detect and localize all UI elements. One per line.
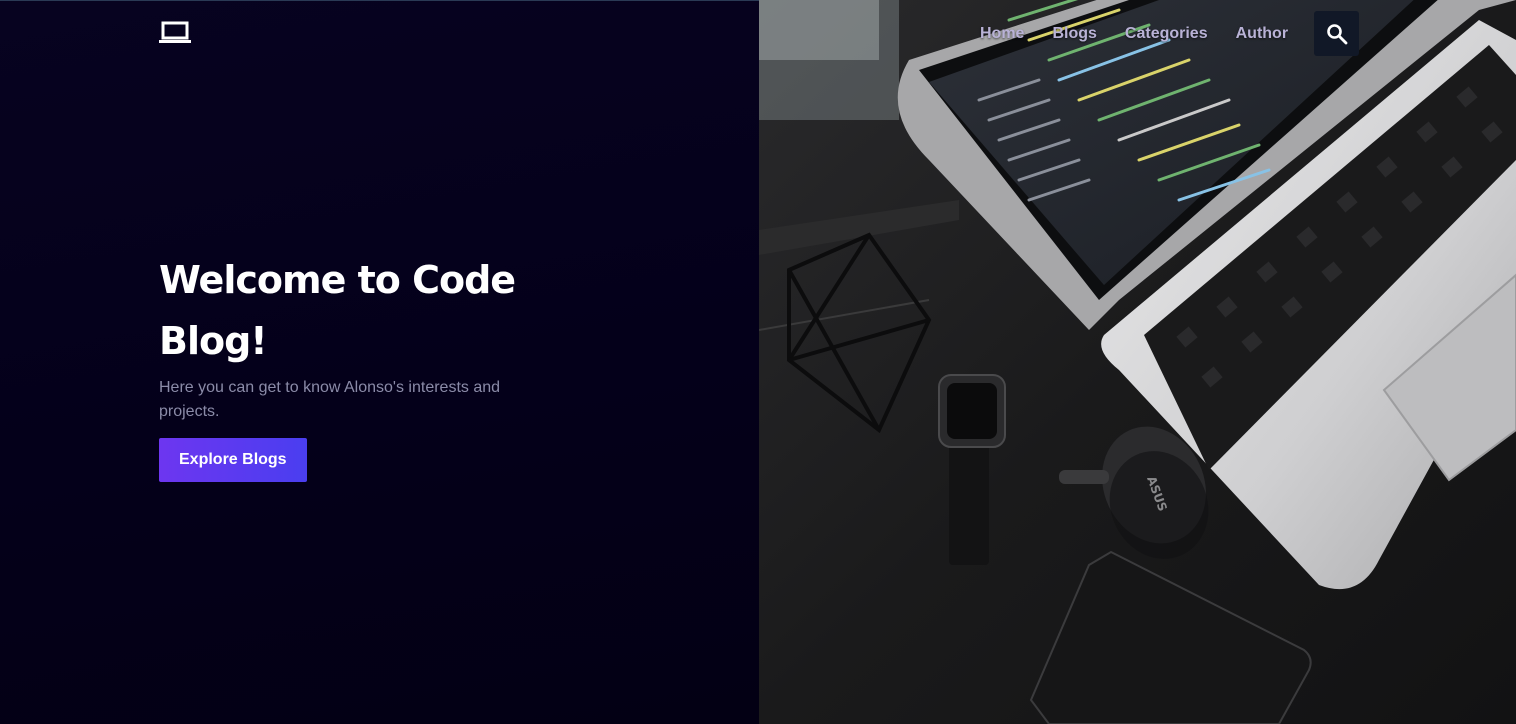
main-nav: Home Blogs Categories Author bbox=[966, 10, 1302, 58]
search-icon bbox=[1326, 23, 1347, 44]
nav-blogs-link[interactable]: Blogs bbox=[1052, 25, 1096, 43]
nav-author-link[interactable]: Author bbox=[1236, 25, 1288, 43]
nav-home-link[interactable]: Home bbox=[980, 25, 1024, 43]
nav-categories-link[interactable]: Categories bbox=[1125, 25, 1208, 43]
hero-title: Welcome to Code Blog! bbox=[159, 258, 516, 363]
hero-photo: ASUS bbox=[759, 0, 1516, 724]
landing-page: ASUS Home Blogs Categories Author Welcom… bbox=[0, 0, 1516, 724]
logo-laptop-icon[interactable] bbox=[159, 20, 191, 46]
search-button[interactable] bbox=[1314, 11, 1359, 56]
explore-blogs-button[interactable]: Explore Blogs bbox=[159, 438, 307, 482]
hero-section: Welcome to Code Blog! Here you can get t… bbox=[159, 250, 579, 482]
hero-subtitle: Here you can get to know Alonso's intere… bbox=[159, 379, 501, 420]
